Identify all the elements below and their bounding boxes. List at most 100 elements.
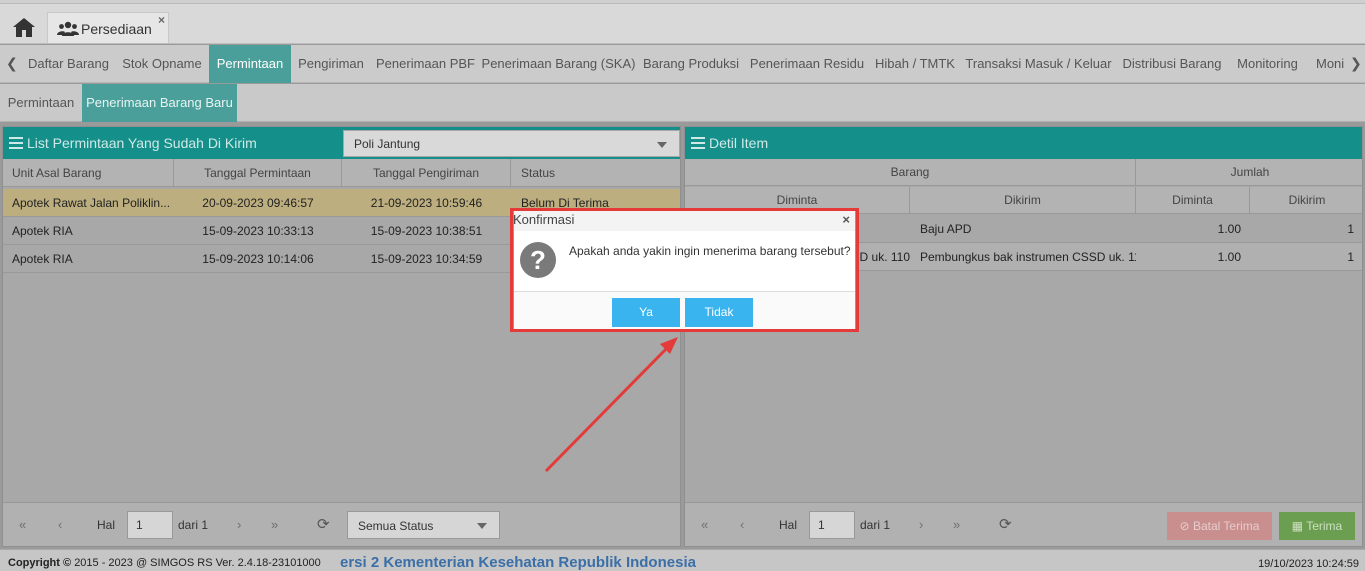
list-icon: [9, 137, 23, 149]
close-icon[interactable]: ×: [842, 212, 850, 227]
poli-filter-select[interactable]: Poli Jantung: [343, 130, 680, 157]
cell-tgl-permintaan: 15-09-2023 10:14:06: [202, 252, 314, 266]
prev-page-icon[interactable]: ‹: [740, 517, 744, 532]
users-icon: [57, 21, 79, 36]
panel-title: Detil Item: [709, 135, 769, 151]
last-page-icon[interactable]: »: [953, 517, 960, 532]
page-input[interactable]: 1: [127, 511, 173, 539]
save-icon: ▦: [1291, 519, 1304, 533]
module-tabbar: ❮ Daftar Barang Stok Opname Permintaan P…: [0, 45, 1365, 83]
subtab-permintaan[interactable]: Permintaan: [0, 84, 82, 122]
tab-hibah-tmtk[interactable]: Hibah / TMTK: [869, 45, 961, 83]
status-filter-select[interactable]: Semua Status: [347, 511, 500, 539]
copyright-prefix: Copyright: [8, 557, 60, 569]
next-page-icon[interactable]: ›: [237, 517, 241, 532]
table-header: Unit Asal Barang Tanggal Permintaan Tang…: [3, 159, 680, 187]
tab-persediaan[interactable]: Persediaan ×: [47, 12, 169, 43]
col-jumlah-diminta[interactable]: Diminta: [1136, 187, 1250, 214]
detil-item-panel: Detil Item Barang Jumlah Diminta Dikirim…: [684, 126, 1363, 547]
dialog-footer: Ya Tidak: [514, 291, 855, 330]
permintaan-list-panel: List Permintaan Yang Sudah Di Kirim Poli…: [2, 126, 681, 547]
cell-tgl-permintaan: 20-09-2023 09:46:57: [202, 196, 314, 210]
close-icon[interactable]: ×: [158, 13, 165, 27]
batal-terima-button[interactable]: ⊘ Batal Terima: [1167, 512, 1272, 540]
tab-pengiriman[interactable]: Pengiriman: [291, 45, 371, 83]
cell-jml-diminta: 1.00: [1217, 222, 1241, 236]
subtab-penerimaan-barang-baru[interactable]: Penerimaan Barang Baru: [82, 84, 237, 122]
tab-monitoring-2[interactable]: Moni: [1307, 45, 1347, 83]
page-input[interactable]: 1: [809, 511, 855, 539]
cell-jml-dikirim: 1: [1347, 222, 1354, 236]
tab-penerimaan-pbf[interactable]: Penerimaan PBF: [371, 45, 480, 83]
col-barang-dikirim[interactable]: Dikirim: [910, 187, 1136, 214]
col-unit-asal[interactable]: Unit Asal Barang: [3, 159, 174, 187]
button-label: Batal Terima: [1192, 519, 1260, 533]
cell-tgl-pengiriman: 15-09-2023 10:38:51: [370, 224, 483, 238]
tab-penerimaan-residu[interactable]: Penerimaan Residu: [745, 45, 869, 83]
copyright-icon: ©: [63, 557, 72, 569]
tab-monitoring[interactable]: Monitoring: [1228, 45, 1307, 83]
last-page-icon[interactable]: »: [271, 517, 278, 532]
col-jumlah-dikirim[interactable]: Dikirim: [1250, 187, 1364, 214]
cell-dikirim: Pembungkus bak instrumen CSSD uk. 110: [920, 250, 1136, 264]
tab-daftar-barang[interactable]: Daftar Barang: [22, 45, 115, 83]
cell-tgl-pengiriman: 21-09-2023 10:59:46: [370, 196, 483, 210]
pagination-bar: « ‹ Hal 1 dari 1 › » ⟳ Semua Status: [3, 502, 680, 546]
col-tanggal-permintaan[interactable]: Tanggal Permintaan: [174, 159, 342, 187]
question-icon: ?: [520, 242, 556, 278]
no-button[interactable]: Tidak: [685, 298, 753, 327]
home-icon[interactable]: [12, 16, 36, 38]
select-value: Poli Jantung: [354, 137, 421, 151]
select-value: Semua Status: [358, 519, 434, 533]
terima-button[interactable]: ▦ Terima: [1279, 512, 1355, 540]
pagination-bar: « ‹ Hal 1 dari 1 › » ⟳ ⊘ Batal Terima ▦ …: [685, 502, 1362, 546]
cell-dikirim: Baju APD: [920, 222, 972, 236]
yes-button[interactable]: Ya: [612, 298, 680, 327]
dialog-header: Konfirmasi ×: [513, 211, 855, 231]
refresh-icon[interactable]: ⟳: [317, 515, 330, 533]
top-rule: [0, 0, 1365, 4]
panel-header: Detil Item: [685, 127, 1362, 159]
caret-down-icon: [477, 523, 487, 529]
next-page-icon[interactable]: ›: [919, 517, 923, 532]
copyright-text: 2015 - 2023 @ SIMGOS RS Ver. 2.4.18-2310…: [74, 557, 321, 569]
tab-distribusi-barang[interactable]: Distribusi Barang: [1116, 45, 1228, 83]
cell-unit: Apotek RIA: [12, 252, 73, 266]
marquee-text: ersi 2 Kementerian Kesehatan Republik In…: [340, 554, 696, 571]
cell-jml-diminta: 1.00: [1217, 250, 1241, 264]
button-label: Terima: [1306, 519, 1343, 533]
cell-tgl-pengiriman: 15-09-2023 10:34:59: [370, 252, 483, 266]
ban-icon: ⊘: [1179, 519, 1190, 533]
tab-barang-produksi[interactable]: Barang Produksi: [637, 45, 745, 83]
copyright: Copyright © 2015 - 2023 @ SIMGOS RS Ver.…: [8, 557, 321, 569]
col-tanggal-pengiriman[interactable]: Tanggal Pengiriman: [342, 159, 511, 187]
tab-permintaan[interactable]: Permintaan: [209, 45, 291, 83]
cell-unit: Apotek Rawat Jalan Poliklin...: [12, 196, 171, 210]
chevron-right-icon[interactable]: ❯: [1350, 55, 1362, 72]
sub-tabbar: Permintaan Penerimaan Barang Baru: [0, 84, 1365, 122]
footer: Copyright © 2015 - 2023 @ SIMGOS RS Ver.…: [0, 549, 1365, 571]
table-group-header: Barang Jumlah: [685, 159, 1362, 186]
chevron-left-icon[interactable]: ❮: [6, 55, 18, 72]
page-total: dari 1: [178, 518, 209, 532]
cell-unit: Apotek RIA: [12, 224, 73, 238]
refresh-icon[interactable]: ⟳: [999, 515, 1012, 533]
panel-header: List Permintaan Yang Sudah Di Kirim Poli…: [3, 127, 680, 159]
page-total: dari 1: [860, 518, 891, 532]
tab-penerimaan-barang-ska[interactable]: Penerimaan Barang (SKA): [480, 45, 637, 83]
tab-label: Persediaan: [81, 21, 152, 37]
first-page-icon[interactable]: «: [19, 517, 26, 532]
prev-page-icon[interactable]: ‹: [58, 517, 62, 532]
dialog-message: Apakah anda yakin ingin menerima barang …: [569, 244, 851, 258]
first-page-icon[interactable]: «: [701, 517, 708, 532]
top-bar: Persediaan ×: [0, 0, 1365, 44]
datetime: 19/10/2023 10:24:59: [1258, 558, 1359, 570]
list-icon: [691, 137, 705, 149]
group-jumlah: Jumlah: [1230, 165, 1270, 179]
page-label: Hal: [779, 518, 798, 532]
caret-down-icon: [657, 142, 667, 148]
tab-stok-opname[interactable]: Stok Opname: [115, 45, 209, 83]
page-label: Hal: [97, 518, 116, 532]
tab-transaksi-masuk-keluar[interactable]: Transaksi Masuk / Keluar: [961, 45, 1116, 83]
col-status[interactable]: Status: [511, 159, 680, 187]
